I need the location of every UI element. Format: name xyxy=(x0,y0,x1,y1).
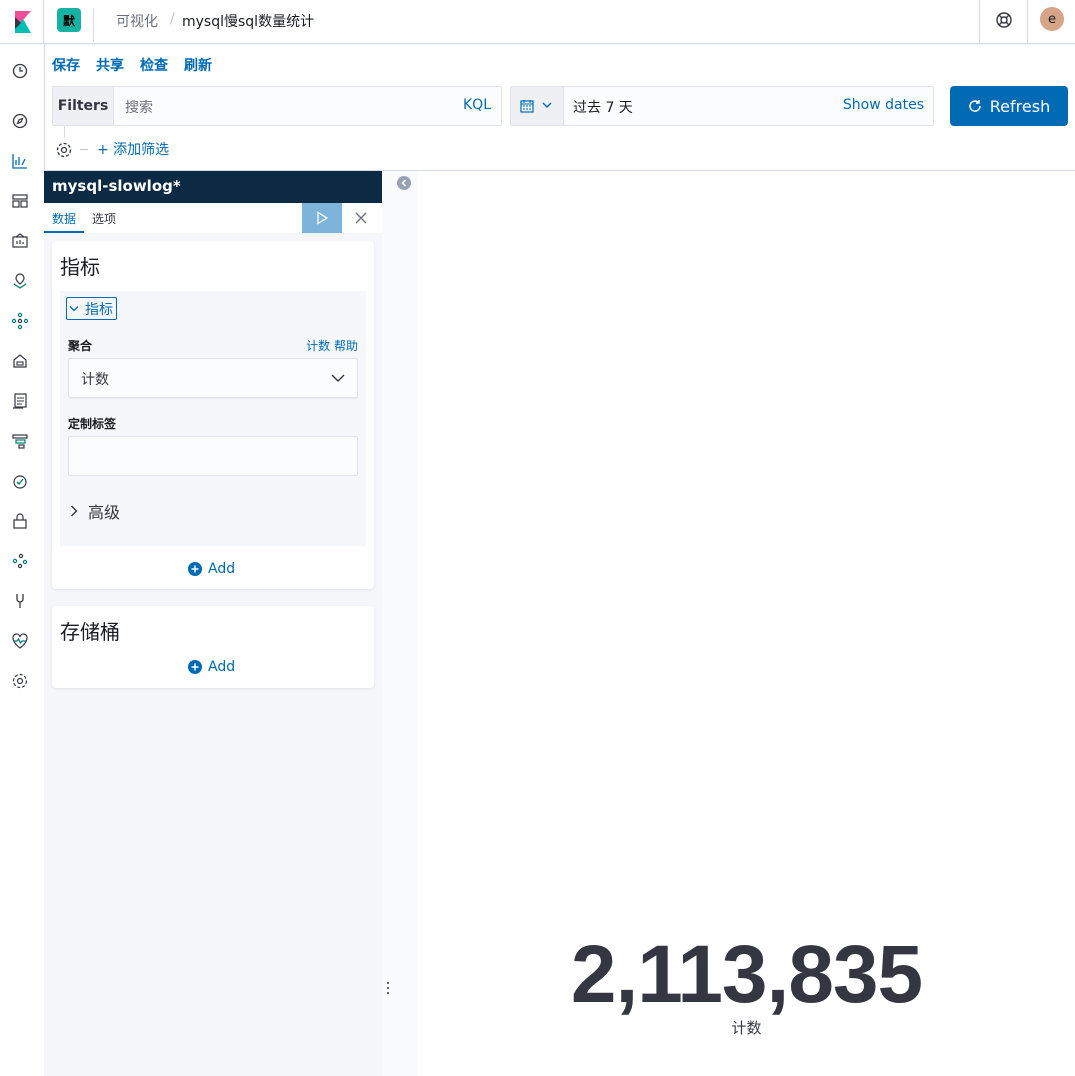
breadcrumb-separator: / xyxy=(170,11,175,27)
add-bucket-label: Add xyxy=(208,659,236,675)
user-avatar[interactable]: e xyxy=(1040,7,1064,31)
aggregation-help-link[interactable]: 计数 帮助 xyxy=(306,337,358,354)
help-lifebuoy-icon[interactable] xyxy=(994,10,1014,30)
chevron-down-icon xyxy=(331,374,345,382)
maps-icon[interactable] xyxy=(11,272,29,290)
dashboard-icon[interactable] xyxy=(11,192,29,210)
tab-options[interactable]: 选项 xyxy=(92,210,116,227)
query-input-box: Filters 搜索 KQL xyxy=(52,86,502,126)
refresh-icon xyxy=(969,100,981,112)
close-icon[interactable] xyxy=(352,209,370,227)
kql-toggle-button[interactable]: KQL xyxy=(463,97,491,113)
space-avatar[interactable]: 默 xyxy=(57,8,81,32)
clock-icon[interactable] xyxy=(11,62,29,80)
save-link[interactable]: 保存 xyxy=(52,55,80,75)
date-picker: 过去 7 天 Show dates xyxy=(510,86,934,126)
metrics-panel: 指标 指标 聚合 计数 帮助 计数 定制标签 高级 Add xyxy=(52,241,374,589)
kibana-logo[interactable] xyxy=(0,0,44,44)
calendar-icon xyxy=(520,100,534,113)
siem-lock-icon[interactable] xyxy=(11,512,29,530)
chevron-down-icon xyxy=(69,305,79,311)
add-bucket-button[interactable]: Add xyxy=(188,659,235,675)
metric-label: 计数 xyxy=(731,1019,762,1037)
chevron-right-icon xyxy=(71,505,78,517)
share-link[interactable]: 共享 xyxy=(96,55,124,75)
custom-label-label: 定制标签 xyxy=(68,417,117,431)
editor-resize-area xyxy=(382,171,418,1076)
visualize-icon[interactable] xyxy=(11,152,29,170)
header-divider xyxy=(979,0,980,44)
add-metric-label: Add xyxy=(208,561,236,577)
add-filter-button[interactable]: + 添加筛选 xyxy=(97,139,169,159)
resize-handle-icon[interactable] xyxy=(386,980,390,996)
dev-tools-icon[interactable] xyxy=(11,592,29,610)
metric-toggle-label: 指标 xyxy=(85,301,113,318)
aggregation-select[interactable]: 计数 xyxy=(68,358,358,398)
aggregation-label: 聚合 xyxy=(68,339,93,353)
aggregation-value: 计数 xyxy=(81,372,109,388)
search-input[interactable]: 搜索 xyxy=(125,97,153,117)
advanced-toggle[interactable]: 高级 xyxy=(70,499,120,523)
apm-icon[interactable] xyxy=(11,432,29,450)
top-header: 默 可视化 / mysql慢sql数量统计 e xyxy=(0,0,1075,44)
metrics-title: 指标 xyxy=(60,255,100,279)
header-divider xyxy=(1027,0,1028,44)
monitoring-icon[interactable] xyxy=(11,632,29,650)
editor-tabs: 数据 选项 xyxy=(44,203,382,233)
filter-divider xyxy=(80,149,88,150)
tab-data[interactable]: 数据 xyxy=(52,210,76,227)
filters-label: Filters xyxy=(53,87,114,125)
collapse-sidebar-icon[interactable] xyxy=(397,176,411,190)
management-gear-icon[interactable] xyxy=(11,672,29,690)
vis-editor-sidebar: mysql-slowlog* 数据 选项 指标 指标 聚合 计数 帮助 计数 定… xyxy=(44,171,382,1076)
add-metric-button[interactable]: Add xyxy=(188,561,235,577)
logs-icon[interactable] xyxy=(11,392,29,410)
show-dates-link[interactable]: Show dates xyxy=(843,97,924,113)
filter-connector xyxy=(64,126,65,138)
header-divider xyxy=(93,8,94,42)
inspect-link[interactable]: 检查 xyxy=(140,55,168,75)
infrastructure-icon[interactable] xyxy=(11,352,29,370)
plus-circle-icon xyxy=(188,562,202,576)
plus-circle-icon xyxy=(188,660,202,674)
canvas-icon[interactable] xyxy=(11,232,29,250)
active-tab-indicator xyxy=(44,231,84,233)
play-icon xyxy=(317,211,329,225)
metric-accordion-toggle[interactable]: 指标 xyxy=(66,297,117,320)
refresh-button[interactable]: Refresh xyxy=(950,86,1068,126)
graph-icon[interactable] xyxy=(11,552,29,570)
date-range-text[interactable]: 过去 7 天 xyxy=(573,97,633,117)
index-pattern-title: mysql-slowlog* xyxy=(44,171,382,203)
gear-icon[interactable] xyxy=(55,141,73,159)
discover-compass-icon[interactable] xyxy=(11,112,29,130)
advanced-label: 高级 xyxy=(88,503,121,522)
refresh-button-label: Refresh xyxy=(989,96,1051,116)
buckets-title: 存储桶 xyxy=(60,620,120,644)
buckets-panel: 存储桶 Add xyxy=(52,606,374,688)
ml-icon[interactable] xyxy=(11,312,29,330)
left-navigation xyxy=(0,44,45,1076)
refresh-link[interactable]: 刷新 xyxy=(184,55,212,75)
breadcrumb-current: mysql慢sql数量统计 xyxy=(182,14,315,30)
metric-agg-editor: 指标 聚合 计数 帮助 计数 定制标签 高级 xyxy=(60,291,366,546)
chevron-down-icon xyxy=(542,102,552,108)
breadcrumb-visualize[interactable]: 可视化 xyxy=(116,11,158,31)
metric-value: 2,113,835 xyxy=(570,929,923,1020)
apply-changes-button[interactable] xyxy=(302,203,342,233)
uptime-icon[interactable] xyxy=(11,472,29,490)
custom-label-input[interactable] xyxy=(68,436,358,476)
quick-date-button[interactable] xyxy=(511,87,564,125)
